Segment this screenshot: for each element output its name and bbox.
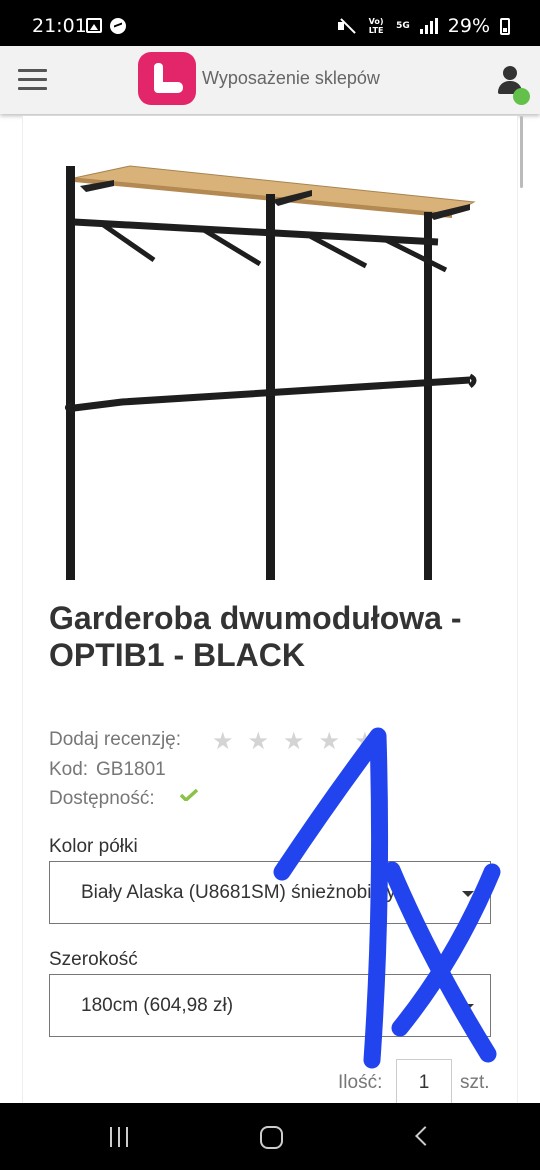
shelf-color-select[interactable]: Biały Alaska (U8681SM) śnieżnobiały bbox=[49, 861, 491, 924]
product-title: Garderoba dwumodułowa - OPTIB1 - BLACK bbox=[49, 600, 462, 673]
online-status-dot bbox=[513, 88, 530, 105]
site-header: Wyposażenie sklepów bbox=[0, 46, 540, 114]
quantity-label: Ilość: bbox=[338, 1072, 383, 1093]
width-select[interactable]: 180cm (604,98 zł) bbox=[49, 974, 491, 1037]
code-label: Kod: bbox=[49, 759, 89, 780]
back-icon[interactable] bbox=[415, 1126, 435, 1146]
brand-text[interactable]: Wyposażenie sklepów bbox=[202, 68, 380, 89]
mute-icon bbox=[338, 18, 356, 34]
chevron-down-icon bbox=[462, 891, 474, 897]
brand-logo[interactable] bbox=[138, 52, 196, 105]
recent-apps-icon[interactable] bbox=[110, 1127, 134, 1147]
star-icon[interactable]: ★ bbox=[212, 727, 234, 756]
shelf-color-label: Kolor półki bbox=[49, 836, 138, 857]
battery-percent: 29% bbox=[447, 15, 490, 37]
volte-indicator: Vo) LTE bbox=[368, 17, 384, 35]
width-label: Szerokość bbox=[49, 949, 138, 970]
star-icon[interactable]: ★ bbox=[354, 727, 376, 756]
quantity-input[interactable]: 1 bbox=[396, 1059, 452, 1105]
width-value: 180cm (604,98 zł) bbox=[81, 995, 234, 1016]
availability-check-icon bbox=[180, 789, 198, 801]
home-icon[interactable] bbox=[260, 1126, 283, 1149]
status-icons: Vo) LTE 5G 29% bbox=[338, 15, 510, 37]
menu-icon[interactable] bbox=[18, 69, 47, 90]
status-time: 21:01 bbox=[32, 15, 87, 37]
gallery-icon bbox=[86, 18, 102, 33]
product-image[interactable] bbox=[42, 130, 492, 580]
messenger-icon bbox=[110, 18, 126, 34]
status-bar: 21:01 Vo) LTE 5G 29% bbox=[0, 0, 540, 46]
scrollbar[interactable] bbox=[520, 116, 523, 188]
network-type: 5G bbox=[396, 21, 410, 31]
star-icon[interactable]: ★ bbox=[319, 727, 341, 756]
shelf-color-value: Biały Alaska (U8681SM) śnieżnobiały bbox=[81, 882, 396, 903]
rating-stars[interactable]: ★ ★ ★ ★ ★ bbox=[212, 727, 376, 756]
chevron-down-icon bbox=[462, 1004, 474, 1010]
star-icon[interactable]: ★ bbox=[248, 727, 270, 756]
battery-icon bbox=[500, 17, 510, 35]
quantity-unit: szt. bbox=[460, 1072, 490, 1093]
code-value: GB1801 bbox=[96, 759, 166, 780]
signal-icon bbox=[419, 18, 438, 34]
system-nav-bar bbox=[0, 1103, 540, 1170]
star-icon[interactable]: ★ bbox=[283, 727, 305, 756]
availability-label: Dostępność: bbox=[49, 788, 155, 809]
review-label: Dodaj recenzję: bbox=[49, 729, 182, 750]
